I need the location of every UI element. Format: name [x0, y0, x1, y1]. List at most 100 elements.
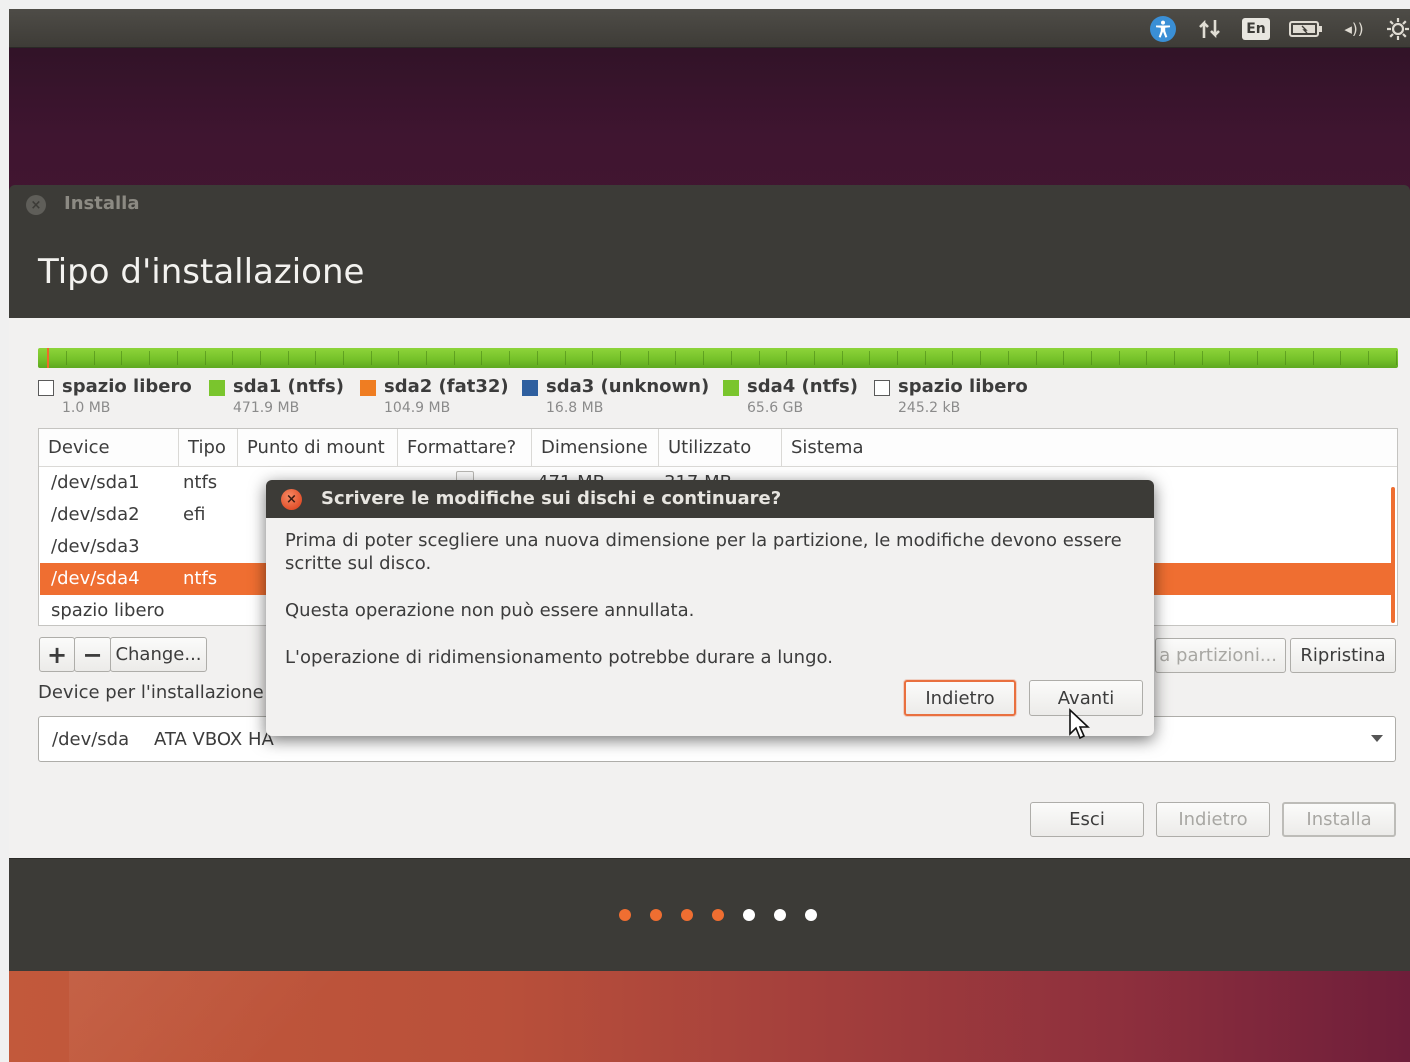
partition-bar-tick — [121, 351, 122, 365]
confirm-dialog: × Scrivere le modifiche sui dischi e con… — [266, 480, 1154, 736]
partition-bar-tick — [66, 351, 67, 365]
chevron-down-icon — [1371, 735, 1383, 742]
revert-button[interactable]: Ripristina — [1290, 638, 1396, 673]
close-icon[interactable]: × — [281, 489, 302, 510]
new-partition-table-button[interactable]: a partizioni... — [1155, 638, 1286, 673]
window-titlebar: × Installa Tipo d'installazione — [9, 185, 1410, 318]
row-device: /dev/sda3 — [51, 536, 140, 557]
dialog-message-line: Prima di poter scegliere una nuova dimen… — [285, 530, 1122, 551]
accessibility-indicator[interactable] — [1149, 14, 1177, 43]
dialog-title: Scrivere le modifiche sui dischi e conti… — [321, 488, 782, 509]
legend-name: spazio libero — [62, 376, 192, 397]
partition-bar-tick — [1036, 351, 1037, 365]
partition-bar-tick — [648, 351, 649, 365]
row-device: spazio libero — [51, 600, 165, 621]
keyboard-layout-icon[interactable]: En — [1241, 14, 1271, 43]
add-partition-button[interactable]: + — [39, 637, 75, 672]
progress-dot-done — [619, 909, 631, 921]
install-device-value: /dev/sda — [52, 729, 130, 750]
progress-dot-done — [681, 909, 693, 921]
progress-dot-pending — [805, 909, 817, 921]
back-button[interactable]: Indietro — [1156, 802, 1270, 837]
partition-bar-tick — [952, 351, 953, 365]
dialog-message-1: Prima di poter scegliere una nuova dimen… — [285, 529, 1145, 575]
partition-bar-tick — [869, 351, 870, 365]
partition-bar — [38, 348, 1398, 368]
column-header-system[interactable]: Sistema — [782, 429, 1397, 467]
partition-bar-tick — [454, 351, 455, 365]
partition-bar-tick — [842, 351, 843, 365]
legend-size: 104.9 MB — [384, 400, 451, 416]
partition-bar-tick — [1396, 351, 1397, 365]
install-button[interactable]: Installa — [1282, 802, 1396, 837]
gear-icon[interactable] — [1385, 14, 1410, 43]
network-arrows-icon[interactable] — [1197, 14, 1223, 43]
partition-bar-tick — [1229, 351, 1230, 365]
partition-bar-tick — [537, 351, 538, 365]
partition-bar-tick — [1091, 351, 1092, 365]
legend-size: 1.0 MB — [62, 400, 111, 416]
partition-bar-tick — [1146, 351, 1147, 365]
page-title: Tipo d'installazione — [38, 252, 365, 292]
legend-size: 471.9 MB — [233, 400, 300, 416]
row-device: /dev/sda4 — [51, 568, 140, 589]
battery-icon[interactable] — [1289, 14, 1323, 43]
column-header-used[interactable]: Utilizzato — [659, 429, 782, 467]
progress-dot-done — [712, 909, 724, 921]
partition-bar-tick — [759, 351, 760, 365]
column-header-mount[interactable]: Punto di mount — [238, 429, 398, 467]
partition-bar-tick — [1313, 351, 1314, 365]
row-device: /dev/sda2 — [51, 504, 140, 525]
dialog-message-3: L'operazione di ridimensionamento potreb… — [285, 647, 833, 668]
legend-name: sda3 (unknown) — [546, 376, 710, 397]
partition-bar-sda2-marker — [47, 348, 49, 368]
desktop-wallpaper — [9, 971, 1410, 1062]
mouse-pointer-icon — [1069, 708, 1090, 740]
progress-dot-pending — [743, 909, 755, 921]
partition-bar-tick — [703, 351, 704, 365]
partition-bar-tick — [260, 351, 261, 365]
partition-bar-tick — [426, 351, 427, 365]
column-header-device[interactable]: Device — [39, 429, 179, 467]
change-partition-button[interactable]: Change... — [110, 637, 207, 672]
legend-name: sda2 (fat32) — [384, 376, 509, 397]
column-header-type[interactable]: Tipo — [179, 429, 238, 467]
row-type: ntfs — [183, 472, 218, 493]
window-footer — [9, 858, 1410, 971]
quit-button[interactable]: Esci — [1030, 802, 1144, 837]
partition-bar-tick — [1174, 351, 1175, 365]
legend-swatch — [360, 380, 376, 396]
install-device-label: Device per l'installazione d — [38, 682, 281, 703]
partition-bar-tick — [1257, 351, 1258, 365]
legend-name: sda4 (ntfs) — [747, 376, 858, 397]
partition-bar-tick — [1119, 351, 1120, 365]
legend-name: spazio libero — [898, 376, 1028, 397]
volume-symbol: ◂)) — [1344, 19, 1364, 38]
window-close-icon[interactable]: × — [26, 195, 46, 215]
legend-size: 245.2 kB — [898, 400, 961, 416]
column-header-format[interactable]: Formattare? — [398, 429, 532, 467]
partition-bar-tick — [1202, 351, 1203, 365]
legend-swatch — [723, 380, 739, 396]
partition-bar-tick — [481, 351, 482, 365]
partition-bar-tick — [814, 351, 815, 365]
partition-bar-tick — [371, 351, 372, 365]
dialog-message-line: scritte sul disco. — [285, 553, 432, 574]
partition-bar-tick — [315, 351, 316, 365]
dialog-back-button[interactable]: Indietro — [904, 680, 1016, 716]
partition-bar-tick — [288, 351, 289, 365]
table-scrollbar[interactable] — [1391, 487, 1395, 623]
volume-icon[interactable]: ◂)) — [1339, 14, 1369, 43]
partition-bar-tick — [786, 351, 787, 365]
partition-bar-tick — [620, 351, 621, 365]
partition-bar-tick — [343, 351, 344, 365]
legend-name: sda1 (ntfs) — [233, 376, 344, 397]
partition-bar-tick — [1340, 351, 1341, 365]
accessibility-icon — [1150, 15, 1176, 42]
column-header-size[interactable]: Dimensione — [532, 429, 659, 467]
remove-partition-button[interactable]: − — [74, 637, 111, 672]
partition-bar-tick — [565, 351, 566, 365]
dialog-titlebar: × Scrivere le modifiche sui dischi e con… — [266, 480, 1154, 518]
partition-bar-tick — [232, 351, 233, 365]
row-type: efi — [183, 504, 206, 525]
